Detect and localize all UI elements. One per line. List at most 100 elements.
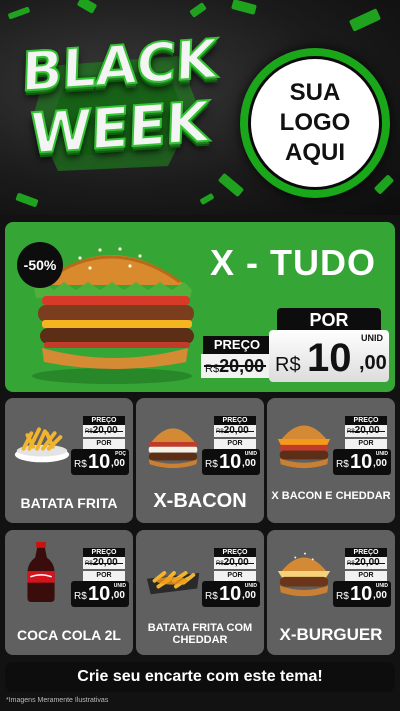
price-integer: 10 bbox=[88, 583, 111, 605]
confetti-piece bbox=[7, 6, 31, 20]
price-decimal: ,00 bbox=[373, 458, 387, 469]
bacon-burger-icon bbox=[148, 428, 198, 469]
price-decimal: ,00 bbox=[242, 590, 256, 601]
price-tag: PREÇOR$20,00PORUNIDR$10,00 bbox=[202, 548, 262, 607]
price-integer: 10 bbox=[307, 336, 352, 380]
price-tag: PREÇOR$20,00PORUNIDR$10,00 bbox=[333, 548, 393, 607]
hero-product-name: X - TUDO bbox=[210, 242, 376, 283]
price-box: UNID R$ 10,00 bbox=[202, 449, 260, 475]
old-price: R$20,00 bbox=[83, 557, 125, 569]
unit-label: UNID bbox=[113, 583, 126, 589]
soda-bottle-icon bbox=[27, 541, 55, 603]
price-currency: R$ bbox=[74, 591, 87, 602]
price-decimal: ,00 bbox=[242, 458, 256, 469]
old-price: R$20,00 bbox=[201, 354, 271, 378]
preco-label: PREÇO bbox=[345, 548, 387, 557]
por-label: POR bbox=[83, 571, 125, 581]
product-name: X-BURGUER bbox=[279, 625, 383, 644]
cheese-burger-icon bbox=[277, 552, 331, 597]
por-label: POR bbox=[277, 308, 381, 332]
por-label: POR bbox=[345, 439, 387, 449]
product-card[interactable]: PREÇOR$20,00PORUNIDR$10,00X BACON E CHED… bbox=[267, 398, 395, 523]
price-decimal: ,00 bbox=[111, 590, 125, 601]
price-decimal: ,00 bbox=[359, 352, 387, 374]
price-box: UNID R$ 10,00 bbox=[202, 581, 260, 607]
product-card[interactable]: PREÇOR$20,00PORUNIDR$10,00BATATA FRITA C… bbox=[136, 530, 264, 655]
old-price-currency: R$ bbox=[347, 561, 355, 567]
product-card[interactable]: PREÇOR$20,00PORUNIDR$10,00COCA COLA 2L bbox=[5, 530, 133, 655]
unit-label: UNID bbox=[375, 583, 388, 589]
price-box: UNID R$ 10,00 bbox=[333, 581, 391, 607]
strikethrough-line bbox=[347, 563, 385, 564]
strikethrough-line bbox=[204, 365, 266, 367]
fries-bowl-icon bbox=[14, 427, 70, 463]
por-label: POR bbox=[83, 439, 125, 449]
product-card[interactable]: PREÇOR$20,00PORUNIDR$10,00X-BURGUER bbox=[267, 530, 395, 655]
por-label: POR bbox=[345, 571, 387, 581]
confetti-piece bbox=[189, 2, 207, 18]
price-currency: R$ bbox=[336, 591, 349, 602]
preco-label: PREÇO bbox=[203, 336, 271, 354]
logo-text-line: SUA bbox=[289, 79, 341, 106]
confetti-piece bbox=[348, 8, 382, 32]
price-tag: PREÇOR$20,00PORPOÇR$10,00 bbox=[71, 416, 131, 475]
old-price-currency: R$ bbox=[347, 429, 355, 435]
product-name: COCA COLA 2L bbox=[17, 627, 121, 643]
price-tag: PREÇOR$20,00PORUNIDR$10,00 bbox=[202, 416, 262, 475]
por-label: POR bbox=[214, 439, 256, 449]
price-box: UNID R$ 10,00 bbox=[333, 449, 391, 475]
strikethrough-line bbox=[347, 431, 385, 432]
price-tag: PREÇOR$20,00PORUNIDR$10,00 bbox=[71, 548, 131, 607]
strikethrough-line bbox=[85, 431, 123, 432]
disclaimer-text: *Imagens Meramente Ilustrativas bbox=[6, 697, 109, 704]
product-card[interactable]: PREÇOR$20,00PORPOÇR$10,00BATATA FRITA bbox=[5, 398, 133, 523]
price-decimal: ,00 bbox=[373, 590, 387, 601]
cta-banner[interactable]: Crie seu encarte com este tema! bbox=[5, 662, 395, 692]
old-price-currency: R$ bbox=[85, 429, 93, 435]
confetti-piece bbox=[217, 172, 245, 198]
old-price: R$20,00 bbox=[345, 557, 387, 569]
old-price: R$20,00 bbox=[345, 425, 387, 437]
unit-label: UNID bbox=[361, 333, 383, 343]
price-tag: PREÇOR$20,00PORUNIDR$10,00 bbox=[333, 416, 393, 475]
price-currency: R$ bbox=[275, 354, 301, 376]
strikethrough-line bbox=[216, 431, 254, 432]
price-currency: R$ bbox=[205, 459, 218, 470]
por-label: POR bbox=[214, 571, 256, 581]
logo-text-line: AQUI bbox=[285, 139, 345, 166]
old-price: R$20,00 bbox=[83, 425, 125, 437]
hero-offer: -50% X - TUDO PREÇO R$20,00 POR UNID R$ … bbox=[5, 222, 395, 392]
confetti-piece bbox=[199, 192, 215, 206]
unit-label: POÇ bbox=[115, 451, 126, 457]
product-name: X BACON E CHEDDAR bbox=[271, 490, 391, 502]
product-name: X-BACON bbox=[153, 490, 247, 512]
price-currency: R$ bbox=[205, 591, 218, 602]
price-integer: 10 bbox=[350, 583, 373, 605]
price-integer: 10 bbox=[350, 451, 373, 473]
unit-label: UNID bbox=[244, 451, 257, 457]
price-currency: R$ bbox=[336, 459, 349, 470]
price-integer: 10 bbox=[88, 451, 111, 473]
old-price-currency: R$ bbox=[216, 429, 224, 435]
header-banner: BLACK WEEK SUA LOGO AQUI bbox=[0, 0, 400, 215]
unit-label: UNID bbox=[244, 583, 257, 589]
preco-label: PREÇO bbox=[214, 416, 256, 425]
preco-label: PREÇO bbox=[345, 416, 387, 425]
fries-cheddar-tray-icon bbox=[146, 571, 200, 595]
old-price-currency: R$ bbox=[216, 561, 224, 567]
product-name: BATATA FRITA bbox=[20, 495, 118, 511]
title-week: WEEK bbox=[27, 89, 210, 168]
logo-placeholder: SUA LOGO AQUI bbox=[248, 56, 382, 190]
old-price-currency: R$ bbox=[85, 561, 93, 567]
product-card[interactable]: PREÇOR$20,00PORUNIDR$10,00X-BACON bbox=[136, 398, 264, 523]
price-box: UNID R$ 10,00 bbox=[71, 581, 129, 607]
product-name: BATATA FRITA COM CHEDDAR bbox=[147, 622, 253, 646]
cheddar-burger-icon bbox=[277, 425, 331, 469]
strikethrough-line bbox=[85, 563, 123, 564]
price-integer: 10 bbox=[219, 451, 242, 473]
preco-label: PREÇO bbox=[214, 548, 256, 557]
old-price: R$20,00 bbox=[214, 557, 256, 569]
confetti-piece bbox=[231, 0, 257, 15]
price-tag: UNID R$ 10 ,00 bbox=[269, 330, 389, 382]
unit-label: UNID bbox=[375, 451, 388, 457]
